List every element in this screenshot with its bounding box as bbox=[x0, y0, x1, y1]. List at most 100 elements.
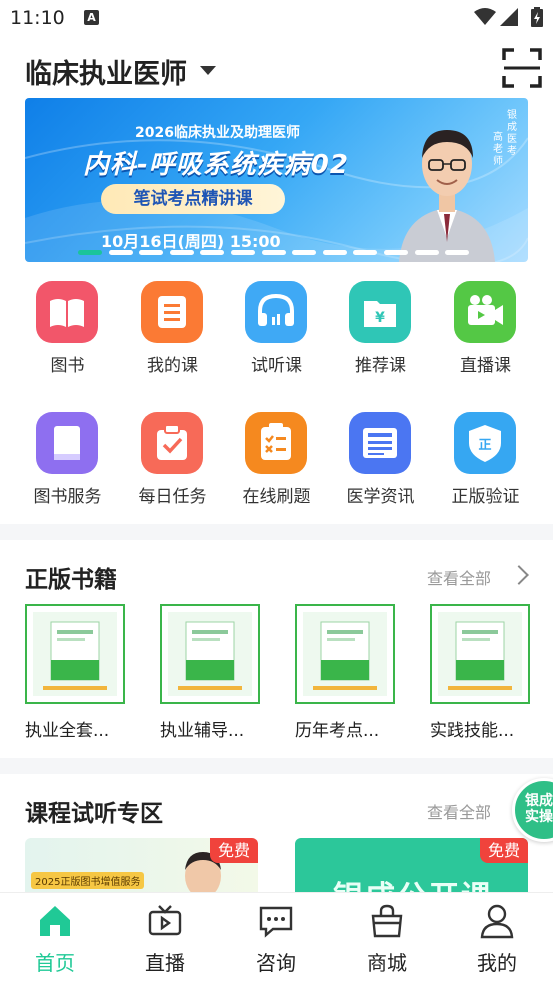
pager-dot bbox=[292, 250, 317, 255]
chat-icon bbox=[259, 906, 293, 938]
book-cover bbox=[430, 604, 530, 704]
status-bar: 11:10 A bbox=[0, 0, 553, 36]
book-service-icon bbox=[36, 412, 98, 474]
clipboard-check-icon bbox=[141, 412, 203, 474]
banner-side-text-2: 高老师 bbox=[493, 132, 503, 167]
notification-a-icon: A bbox=[84, 10, 99, 25]
grid-item-label: 直播课 bbox=[460, 356, 511, 376]
books-section-title: 正版书籍 bbox=[25, 567, 117, 593]
banner-headline: 内科-呼吸系统疾病02 bbox=[83, 150, 349, 180]
book-title: 实践技能... bbox=[430, 721, 515, 741]
pager-dot bbox=[261, 250, 286, 255]
grid-item-label: 每日任务 bbox=[138, 487, 207, 507]
tab-label: 咨询 bbox=[256, 951, 296, 975]
shield-verify-icon: 正 bbox=[454, 412, 516, 474]
banner-pill: 笔试考点精讲课 bbox=[101, 184, 285, 214]
course-card-1[interactable]: 2025正版图书增值服务 免费 bbox=[25, 838, 258, 892]
pager-dot bbox=[384, 250, 408, 255]
pager-dot bbox=[200, 250, 225, 255]
shopping-bag-icon bbox=[371, 904, 403, 938]
status-time: 11:10 bbox=[10, 7, 65, 29]
banner-side-text-1: 银成医考 bbox=[507, 110, 517, 157]
chevron-down-icon[interactable] bbox=[200, 66, 216, 75]
folder-yen-icon: ¥ bbox=[349, 281, 411, 343]
course-section-title: 课程试听专区 bbox=[25, 801, 163, 827]
book-cover bbox=[25, 604, 125, 704]
pager-dot bbox=[231, 250, 255, 255]
book-open-icon bbox=[36, 281, 98, 343]
pager-dot bbox=[108, 250, 133, 255]
floating-promo-badge[interactable]: 银成实操 bbox=[512, 778, 553, 842]
scan-icon[interactable] bbox=[502, 48, 542, 88]
free-badge: 免费 bbox=[210, 838, 258, 863]
tab-live[interactable]: 直播 bbox=[110, 893, 220, 985]
grid-item-book-open[interactable]: 图书 bbox=[15, 281, 120, 391]
grid-item-video-camera[interactable]: 直播课 bbox=[433, 281, 538, 391]
floating-badge-text: 银成实操 bbox=[525, 793, 553, 825]
book-title: 执业全套... bbox=[25, 721, 110, 741]
section-divider bbox=[0, 524, 553, 540]
books-view-all-link[interactable]: 查看全部 bbox=[427, 565, 491, 589]
course-card-caption: 银成公开课 bbox=[333, 872, 493, 892]
news-icon bbox=[349, 412, 411, 474]
section-divider bbox=[0, 758, 553, 774]
grid-item-label: 在线刷题 bbox=[242, 487, 311, 507]
grid-item-label: 推荐课 bbox=[355, 356, 406, 376]
bottom-tab-bar: 首页 直播 咨询 商城 我的 bbox=[0, 892, 553, 985]
grid-item-label: 正版验证 bbox=[451, 487, 520, 507]
grid-item-headphones[interactable]: 试听课 bbox=[224, 281, 329, 391]
wifi-icon bbox=[474, 8, 496, 25]
book-title: 执业辅导... bbox=[160, 721, 245, 741]
banner-date: 10月16日(周四) 15:00 bbox=[101, 232, 281, 251]
grid-item-label: 试听课 bbox=[251, 356, 302, 376]
pager-dot bbox=[414, 250, 439, 255]
grid-item-book-service[interactable]: 图书服务 bbox=[15, 412, 120, 522]
video-camera-icon bbox=[454, 281, 516, 343]
grid-item-folder-yen[interactable]: ¥ 推荐课 bbox=[328, 281, 433, 391]
chevron-right-icon[interactable] bbox=[509, 565, 529, 585]
course-view-all-link[interactable]: 查看全部 bbox=[427, 799, 491, 823]
signal-icon bbox=[500, 8, 518, 26]
tv-icon bbox=[148, 905, 182, 936]
book-cover bbox=[160, 604, 260, 704]
grid-item-quiz-list[interactable]: 在线刷题 bbox=[224, 412, 329, 522]
grid-item-label: 我的课 bbox=[147, 356, 198, 376]
tab-label: 我的 bbox=[477, 951, 517, 975]
home-icon bbox=[40, 906, 70, 936]
headphones-icon bbox=[245, 281, 307, 343]
pager-dot bbox=[353, 250, 378, 255]
grid-item-list-doc[interactable]: 我的课 bbox=[120, 281, 225, 391]
grid-item-label: 图书服务 bbox=[33, 487, 102, 507]
grid-item-shield-verify[interactable]: 正正版验证 bbox=[433, 412, 538, 522]
user-icon bbox=[480, 904, 514, 939]
pager-dot bbox=[78, 250, 102, 255]
tab-label: 直播 bbox=[145, 951, 185, 975]
course-card-caption: 2025正版图书增值服务 bbox=[31, 872, 145, 889]
exam-category-title[interactable]: 临床执业医师 bbox=[25, 52, 187, 91]
svg-text:正: 正 bbox=[478, 438, 491, 453]
book-title: 历年考点... bbox=[295, 721, 380, 741]
tab-me[interactable]: 我的 bbox=[442, 893, 552, 985]
pager-dot bbox=[139, 250, 164, 255]
free-badge: 免费 bbox=[480, 838, 528, 863]
course-card-2[interactable]: 银成公开课 免费 bbox=[295, 838, 528, 892]
tab-shop[interactable]: 商城 bbox=[332, 893, 442, 985]
app-header: 临床执业医师 bbox=[0, 40, 553, 96]
grid-item-clipboard-check[interactable]: 每日任务 bbox=[120, 412, 225, 522]
pager-dot bbox=[169, 250, 194, 255]
list-doc-icon bbox=[141, 281, 203, 343]
book-cover bbox=[295, 604, 395, 704]
tab-label: 商城 bbox=[367, 951, 407, 975]
pager-dot bbox=[322, 250, 347, 255]
banner-subtitle: 2026临床执业及助理医师 bbox=[135, 125, 300, 141]
svg-text:¥: ¥ bbox=[375, 310, 385, 326]
tab-consult[interactable]: 咨询 bbox=[221, 893, 331, 985]
tab-home[interactable]: 首页 bbox=[0, 893, 110, 985]
promo-banner[interactable]: 2026临床执业及助理医师 内科-呼吸系统疾病02 笔试考点精讲课 10月16日… bbox=[25, 98, 528, 262]
battery-charging-icon bbox=[531, 7, 543, 27]
grid-item-label: 图书 bbox=[50, 356, 85, 376]
pager-dot bbox=[445, 250, 470, 255]
quiz-list-icon bbox=[245, 412, 307, 474]
tab-label: 首页 bbox=[35, 951, 75, 975]
grid-item-news[interactable]: 医学资讯 bbox=[328, 412, 433, 522]
